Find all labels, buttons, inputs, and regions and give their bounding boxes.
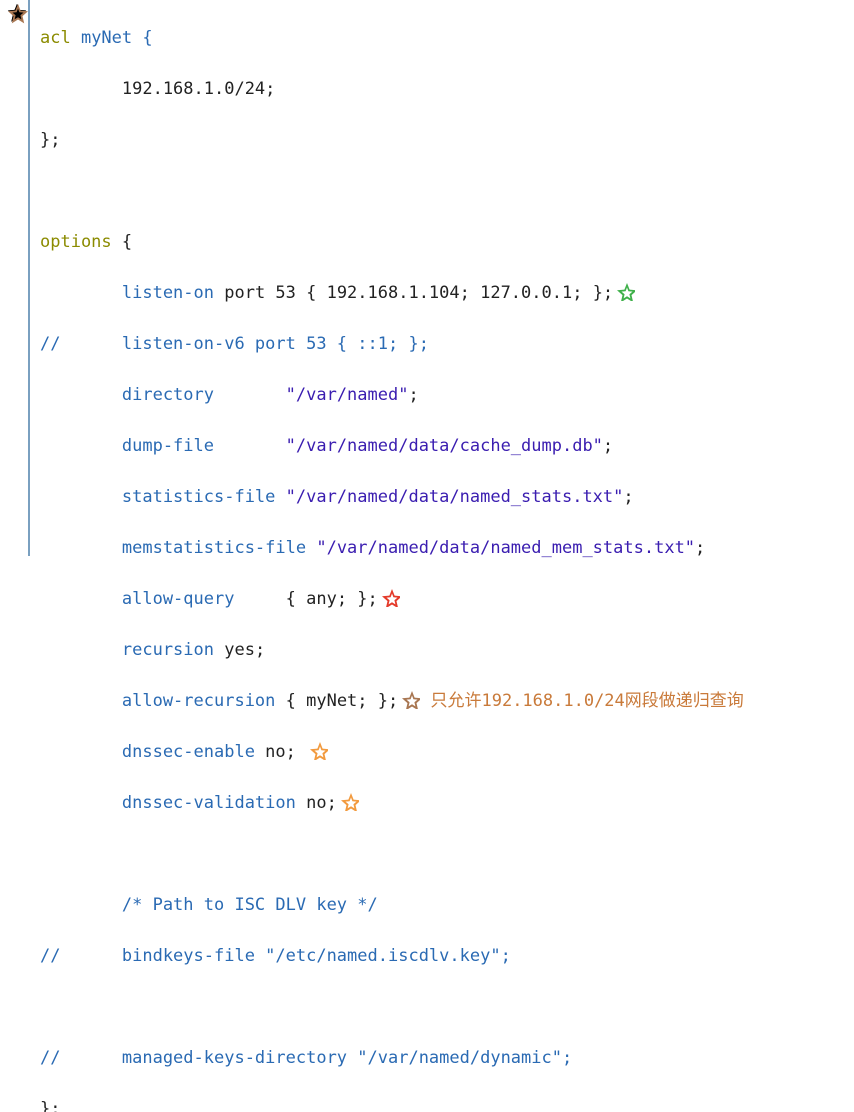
value: { myNet; }; bbox=[275, 691, 398, 711]
code-line bbox=[40, 842, 744, 868]
star-icon-red bbox=[380, 587, 400, 607]
brace: }; bbox=[40, 130, 60, 150]
code-line: // bindkeys-file "/etc/named.iscdlv.key"… bbox=[40, 944, 744, 970]
comment: /* Path to ISC DLV key */ bbox=[40, 895, 378, 915]
directive: statistics-file bbox=[40, 487, 286, 507]
keyword-acl: acl bbox=[40, 28, 71, 48]
directive: directory bbox=[40, 385, 286, 405]
brace: }; bbox=[40, 1099, 60, 1112]
comment: // listen-on-v6 port 53 { ::1; }; bbox=[40, 334, 429, 354]
code-line: directory "/var/named"; bbox=[40, 383, 744, 409]
string: "/var/named/data/cache_dump.db" bbox=[286, 436, 603, 456]
code-line: statistics-file "/var/named/data/named_s… bbox=[40, 485, 744, 511]
star-icon-brown bbox=[400, 689, 420, 709]
directive: dnssec-validation bbox=[40, 793, 296, 813]
code-line: allow-query { any; }; bbox=[40, 587, 744, 613]
directive: allow-recursion bbox=[40, 691, 275, 711]
code-line: 192.168.1.0/24; bbox=[40, 77, 744, 103]
keyword-options: options bbox=[40, 232, 112, 252]
code-line: dump-file "/var/named/data/cache_dump.db… bbox=[40, 434, 744, 460]
star-icon-orange bbox=[308, 740, 328, 760]
code-line: // listen-on-v6 port 53 { ::1; }; bbox=[40, 332, 744, 358]
string: "/var/named" bbox=[286, 385, 409, 405]
star-icon-brown bbox=[6, 2, 28, 24]
identifier: myNet { bbox=[71, 28, 153, 48]
code-line: memstatistics-file "/var/named/data/name… bbox=[40, 536, 744, 562]
directive: listen-on bbox=[40, 283, 214, 303]
value: yes; bbox=[214, 640, 265, 660]
star-icon-green bbox=[615, 281, 635, 301]
string: "/var/named/data/named_mem_stats.txt" bbox=[316, 538, 695, 558]
code-line bbox=[40, 995, 744, 1021]
string: "/var/named/data/named_stats.txt" bbox=[286, 487, 624, 507]
code-line: dnssec-enable no; bbox=[40, 740, 744, 766]
directive: dnssec-enable bbox=[40, 742, 255, 762]
directive: recursion bbox=[40, 640, 214, 660]
star-icon-orange bbox=[339, 791, 359, 811]
code-line: }; bbox=[40, 128, 744, 154]
code-line: acl myNet { bbox=[40, 26, 744, 52]
comment: // bindkeys-file "/etc/named.iscdlv.key"… bbox=[40, 946, 511, 966]
code-line bbox=[40, 179, 744, 205]
value: no; bbox=[255, 742, 306, 762]
value: no; bbox=[296, 793, 337, 813]
code-block: acl myNet { 192.168.1.0/24; }; options {… bbox=[40, 0, 744, 1112]
code-line: listen-on port 53 { 192.168.1.104; 127.0… bbox=[40, 281, 744, 307]
value: { any; }; bbox=[234, 589, 377, 609]
code-line: /* Path to ISC DLV key */ bbox=[40, 893, 744, 919]
ip-text: 192.168.1.0/24; bbox=[40, 79, 275, 99]
code-line: // managed-keys-directory "/var/named/dy… bbox=[40, 1046, 744, 1072]
code-line: dnssec-validation no; bbox=[40, 791, 744, 817]
comment: // managed-keys-directory "/var/named/dy… bbox=[40, 1048, 572, 1068]
code-line: options { bbox=[40, 230, 744, 256]
code-line: recursion yes; bbox=[40, 638, 744, 664]
code-line: allow-recursion { myNet; }; 只允许192.168.1… bbox=[40, 689, 744, 715]
annotation-text: 只允许192.168.1.0/24网段做递归查询 bbox=[430, 691, 743, 711]
directive: dump-file bbox=[40, 436, 286, 456]
value: port 53 { 192.168.1.104; 127.0.0.1; }; bbox=[214, 283, 613, 303]
code-line: }; bbox=[40, 1097, 744, 1112]
directive: memstatistics-file bbox=[40, 538, 316, 558]
directive: allow-query bbox=[40, 589, 234, 609]
editor-gutter bbox=[0, 0, 30, 556]
